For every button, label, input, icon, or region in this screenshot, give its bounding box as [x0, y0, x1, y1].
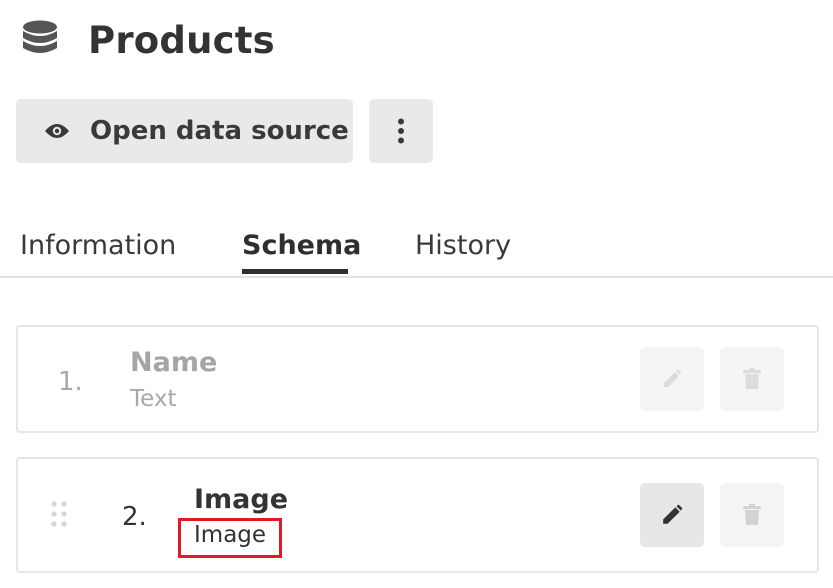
- pencil-icon: [664, 369, 682, 387]
- tab-information[interactable]: Information: [20, 230, 176, 261]
- schema-field-row: 2. Image Image: [16, 457, 819, 573]
- pencil-icon: [663, 504, 683, 524]
- tab-history[interactable]: History: [415, 230, 511, 261]
- field-index: 1.: [58, 367, 83, 397]
- page-title: Products: [88, 18, 275, 62]
- tab-bar: Information Schema History: [0, 226, 833, 278]
- edit-field-button[interactable]: [640, 347, 704, 411]
- open-data-source-label: Open data source: [90, 116, 349, 146]
- eye-icon: [45, 124, 69, 138]
- page-header: Products: [22, 18, 275, 62]
- field-name: Name: [130, 347, 218, 378]
- drag-handle-icon[interactable]: [50, 499, 68, 529]
- field-type: Text: [130, 386, 177, 412]
- schema-page: Products Open data source Information Sc…: [0, 0, 833, 588]
- action-bar: Open data source: [16, 99, 433, 163]
- open-data-source-button[interactable]: Open data source: [16, 99, 353, 163]
- field-name: Image: [194, 484, 289, 515]
- database-icon: [23, 20, 57, 53]
- delete-field-button[interactable]: [720, 347, 784, 411]
- more-vertical-icon: [398, 118, 404, 144]
- edit-field-button[interactable]: [640, 483, 704, 547]
- field-index: 2.: [122, 502, 147, 532]
- trash-icon: [743, 504, 761, 525]
- active-tab-indicator: [242, 269, 348, 274]
- trash-icon: [743, 368, 761, 389]
- delete-field-button[interactable]: [720, 483, 784, 547]
- schema-field-row: 1. Name Text: [16, 325, 819, 433]
- more-options-button[interactable]: [369, 99, 433, 163]
- tab-schema[interactable]: Schema: [242, 230, 361, 261]
- field-type: Image: [194, 522, 267, 548]
